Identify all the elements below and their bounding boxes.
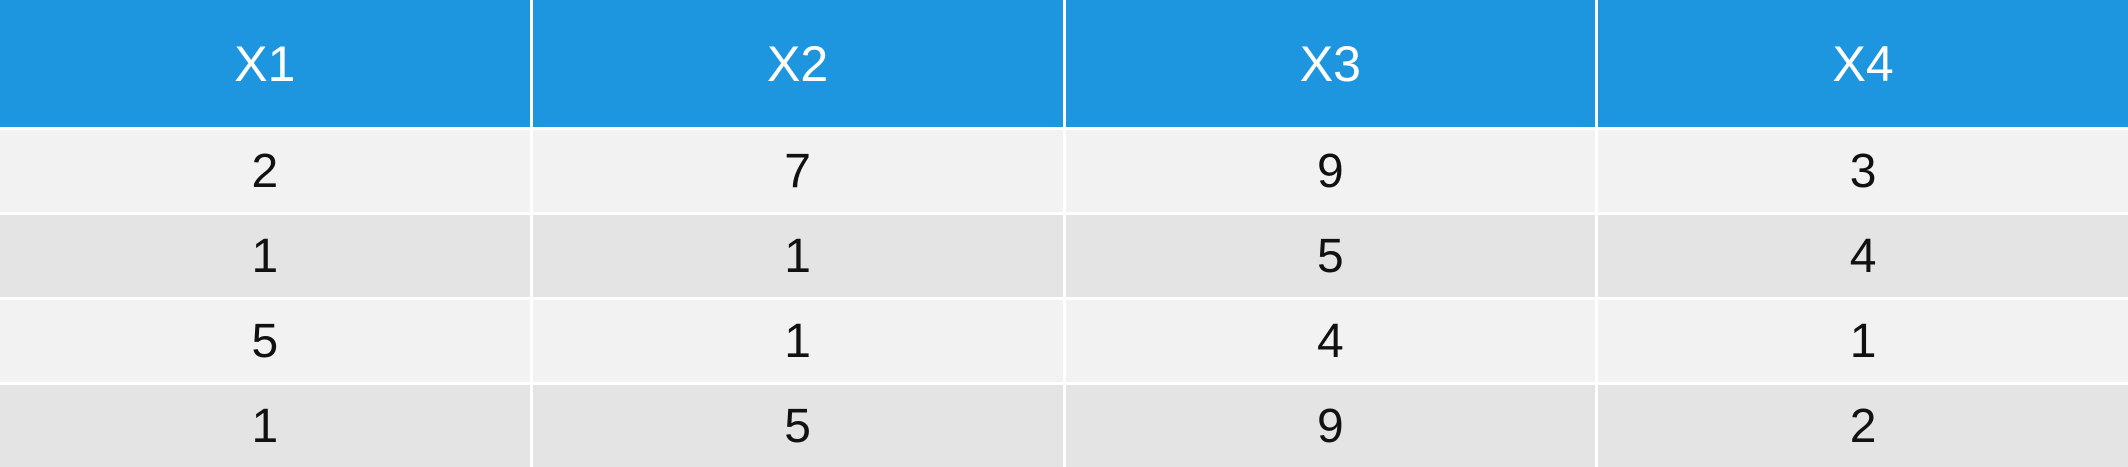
table-cell: 7 bbox=[532, 130, 1063, 212]
table-cell: 5 bbox=[0, 300, 530, 382]
table-cell: 9 bbox=[1065, 130, 1596, 212]
data-table: X1 X2 X3 X4 2 7 9 3 1 1 5 4 5 1 4 1 1 5 … bbox=[0, 0, 2128, 467]
table-cell: 1 bbox=[532, 215, 1063, 297]
table-cell: 4 bbox=[1598, 215, 2128, 297]
table-cell: 2 bbox=[1598, 385, 2128, 467]
table-cell: 9 bbox=[1065, 385, 1596, 467]
table-cell: 1 bbox=[0, 215, 530, 297]
column-header-x1: X1 bbox=[0, 0, 530, 127]
table-cell: 2 bbox=[0, 130, 530, 212]
table-cell: 5 bbox=[532, 385, 1063, 467]
column-header-x3: X3 bbox=[1065, 0, 1596, 127]
column-header-x4: X4 bbox=[1598, 0, 2128, 127]
table-cell: 5 bbox=[1065, 215, 1596, 297]
table-cell: 3 bbox=[1598, 130, 2128, 212]
table-cell: 1 bbox=[1598, 300, 2128, 382]
table-cell: 4 bbox=[1065, 300, 1596, 382]
column-header-x2: X2 bbox=[532, 0, 1063, 127]
table-cell: 1 bbox=[0, 385, 530, 467]
table-cell: 1 bbox=[532, 300, 1063, 382]
